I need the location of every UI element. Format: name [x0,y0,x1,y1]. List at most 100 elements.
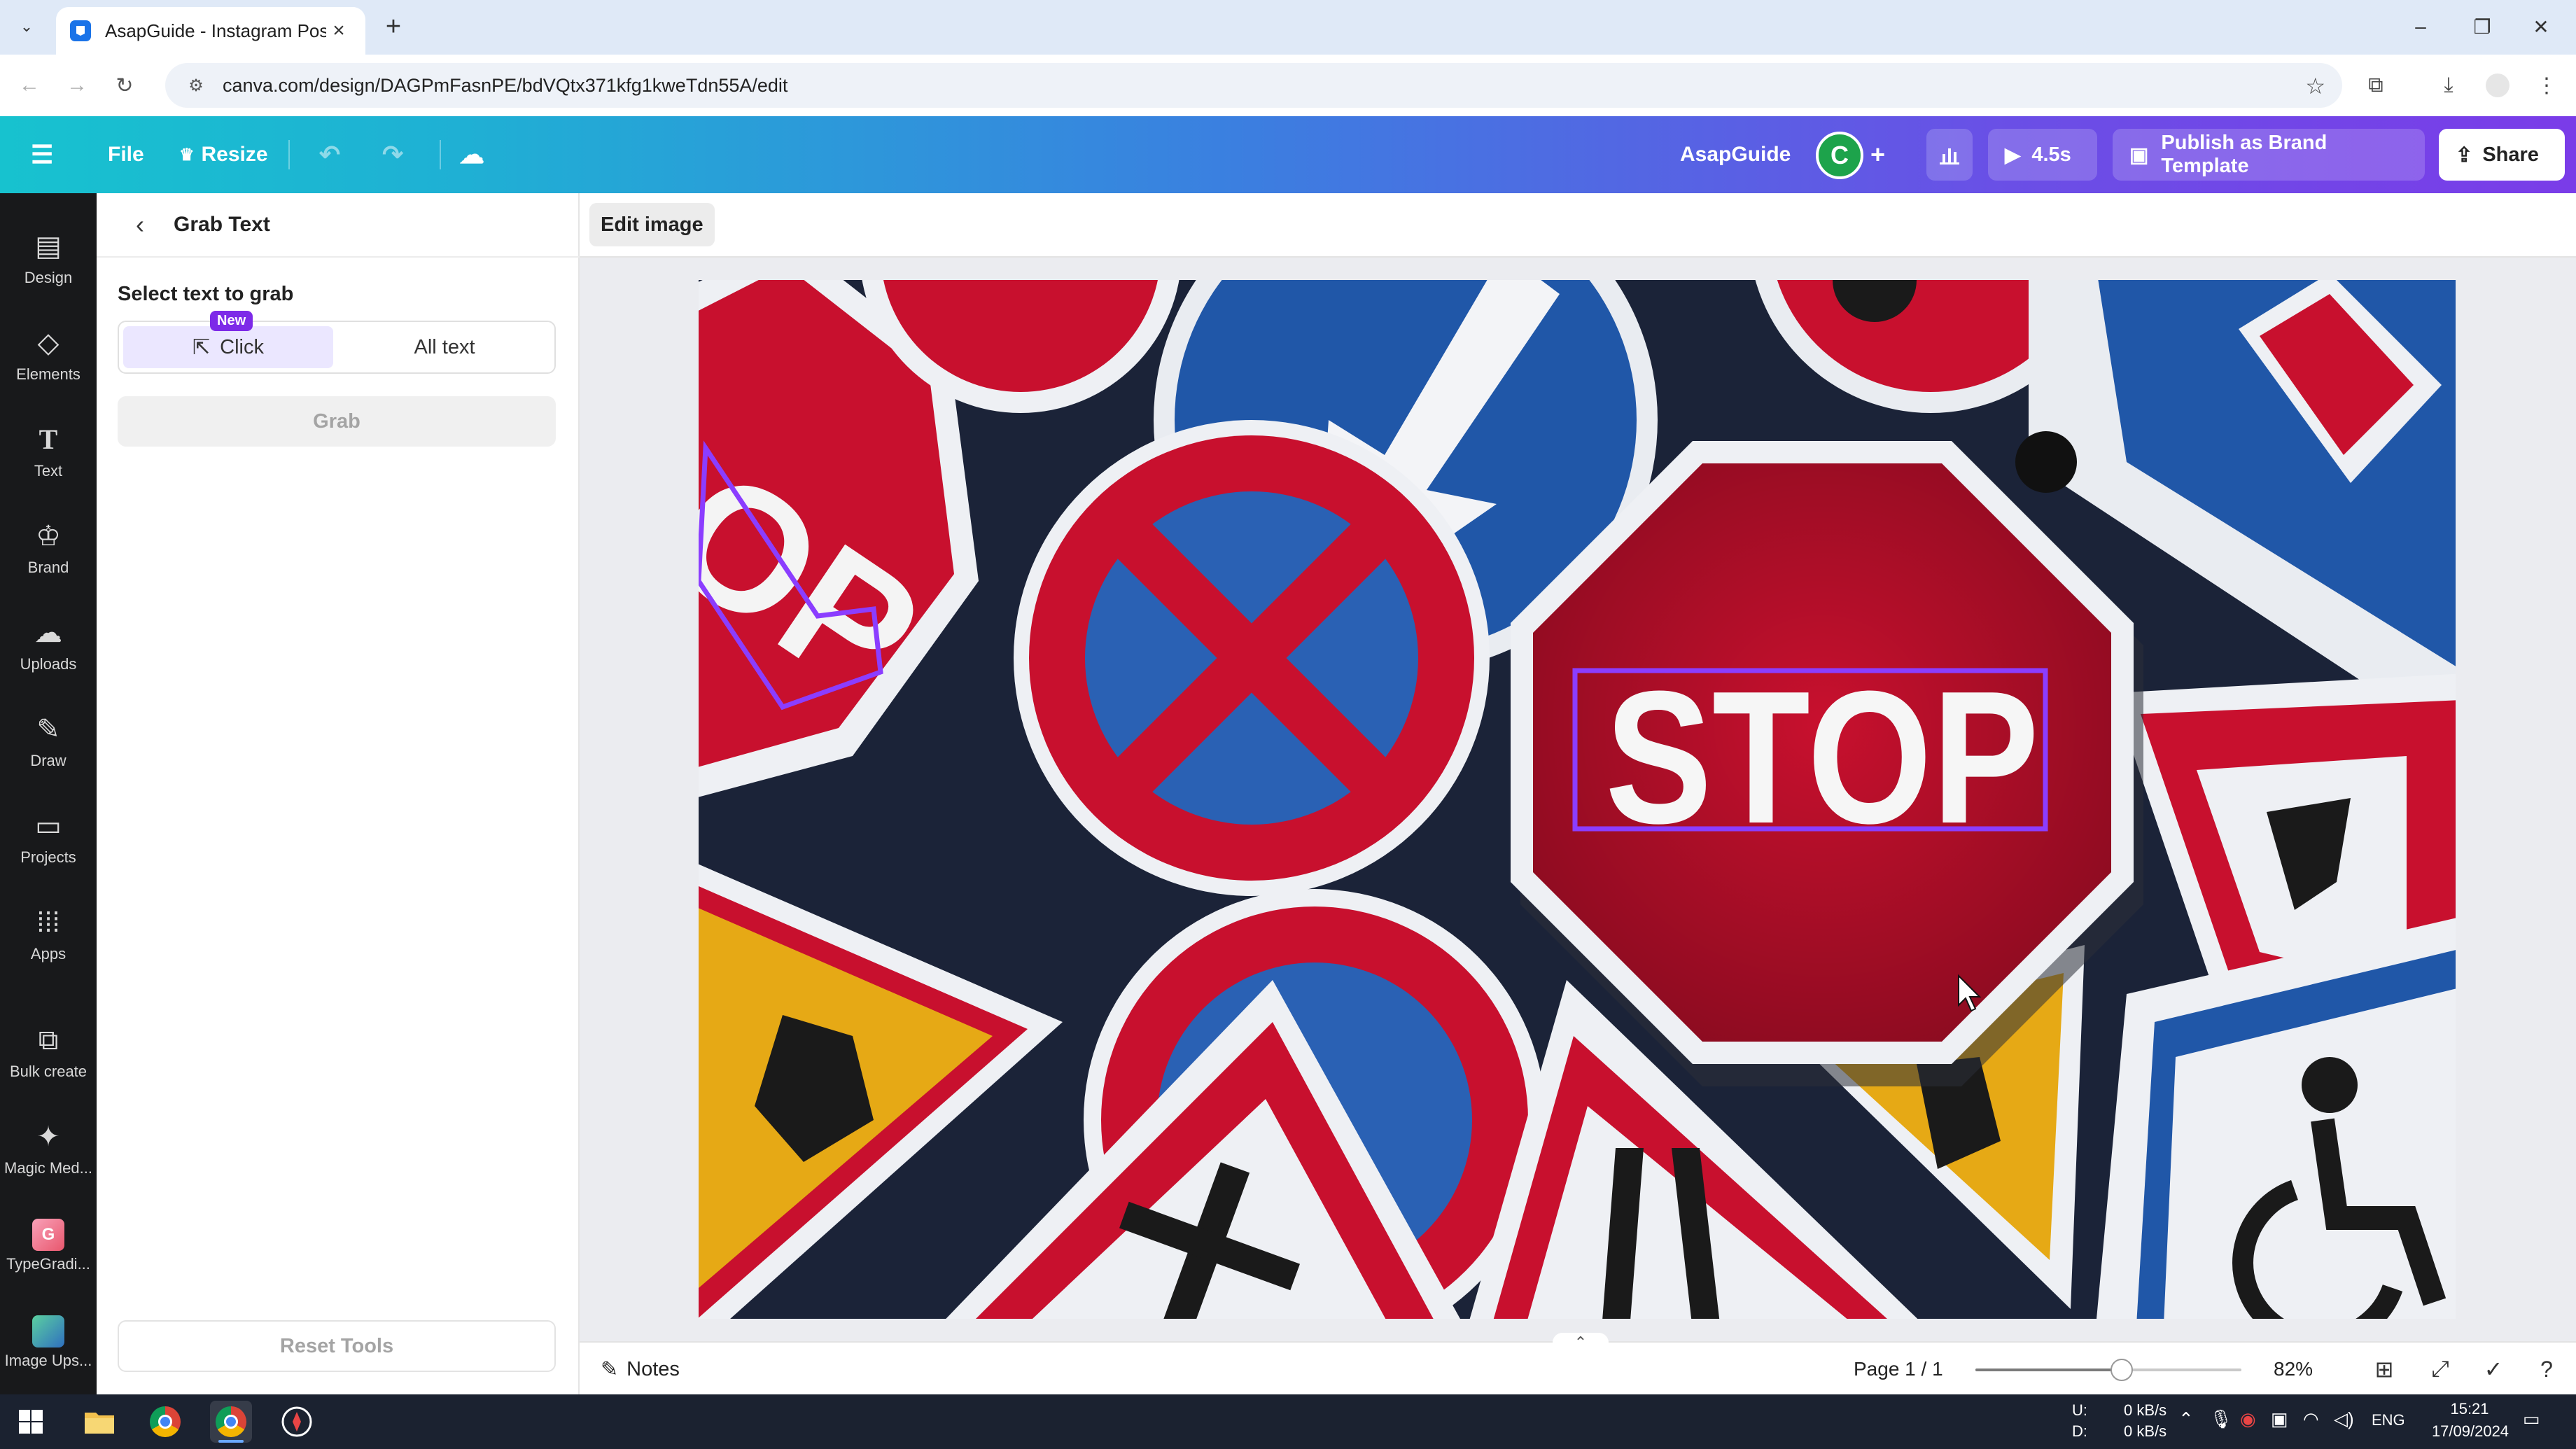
browser-menu-icon[interactable]: ⋮ [2530,69,2563,102]
rail-item-bulk-create[interactable]: ⧉ Bulk create [0,1011,97,1095]
window-close-icon[interactable]: ✕ [2520,10,2562,43]
template-icon: ▣ [2129,144,2149,167]
input-language[interactable]: ENG [2372,1411,2405,1429]
rail-item-elements[interactable]: ◇ Elements [0,314,97,398]
tray-app-icon[interactable]: ▣ [2271,1408,2288,1430]
main-menu-icon[interactable]: ☰ [31,116,53,193]
tab-close-icon[interactable]: × [326,19,351,43]
file-explorer-icon[interactable] [78,1401,120,1443]
rail-item-design[interactable]: ▤ Design [0,217,97,301]
microphone-icon[interactable]: 🎙 [2209,1408,2232,1430]
rail-item-typegradient[interactable]: G TypeGradi... [0,1204,97,1288]
reset-tools-button[interactable]: Reset Tools [118,1320,556,1372]
edit-image-button[interactable]: Edit image [589,203,715,246]
zoom-value[interactable]: 82% [2274,1352,2313,1386]
os-taskbar: U: D: 0 kB/s 0 kB/s ⌃ 🎙 ◉ ▣ ◠ ◁) ENG 15:… [0,1394,2576,1449]
recorder-app-icon[interactable] [276,1401,318,1443]
clock-time[interactable]: 15:21 [2435,1400,2505,1418]
tab-search-chevron-icon[interactable]: ⌄ [11,11,42,42]
side-rail: ▤ Design ◇ Elements T Text ♔ Brand ☁ Upl… [0,193,97,1394]
forward-arrow-icon[interactable]: → [62,70,92,101]
reload-icon[interactable]: ↻ [109,70,140,101]
url-text: canva.com/design/DAGPmFasnPE/bdVQtx371kf… [223,74,788,96]
grab-button[interactable]: Grab [118,396,556,447]
rail-item-apps[interactable]: ⁞⁞⁞ Apps [0,893,97,977]
design-canvas[interactable]: OP STOP [699,280,2456,1319]
road-signs-image: OP STOP [699,280,2456,1319]
image-upscaler-app-icon [32,1315,64,1348]
back-chevron-icon[interactable]: ‹ [125,209,155,240]
team-name[interactable]: AsapGuide [1680,116,1791,193]
select-text-label: Select text to grab [118,283,294,305]
bookmark-star-icon[interactable]: ☆ [2305,73,2325,99]
rail-item-text[interactable]: T Text [0,410,97,494]
expand-pages-chevron-icon[interactable]: ⌃ [1553,1333,1609,1352]
play-duration: 4.5s [2031,143,2071,166]
profile-avatar-icon[interactable] [2481,69,2514,102]
show-hidden-icons-chevron-icon[interactable]: ⌃ [2178,1408,2194,1430]
option-click[interactable]: New ⇱ Click [123,311,333,368]
canva-favicon-icon [70,20,91,41]
invite-plus-icon[interactable]: + [1870,116,1885,193]
resize-crown-icon: ♛ [179,145,195,164]
magic-media-icon: ✦ [36,1121,60,1152]
zoom-slider-thumb[interactable] [2110,1359,2133,1381]
minimize-icon[interactable]: – [2400,10,2442,43]
rail-item-image-upscaler[interactable]: Image Ups... [0,1301,97,1385]
resize-button[interactable]: ♛ Resize [179,116,268,193]
no-parking-sign [1014,420,1490,896]
restore-icon[interactable]: ❐ [2461,10,2503,43]
redo-icon[interactable]: ↷ [382,116,403,193]
rail-item-projects[interactable]: ▭ Projects [0,797,97,881]
toolbar-divider [440,140,441,169]
browser-address-bar: ← → ↻ ⚙ canva.com/design/DAGPmFasnPE/bdV… [0,55,2576,116]
new-badge: New [210,311,253,331]
fullscreen-icon[interactable]: ⤢ [2423,1352,2457,1386]
wifi-icon[interactable]: ◠ [2303,1408,2319,1430]
share-button[interactable]: ⇪ Share [2439,129,2565,181]
rail-item-draw[interactable]: ✎ Draw [0,700,97,784]
tab-title: AsapGuide - Instagram Post [105,20,326,41]
present-button[interactable]: ▶ 4.5s [1988,129,2097,181]
projects-icon: ▭ [35,811,62,841]
net-upload-speed: 0 kB/s [2124,1401,2167,1419]
share-upload-icon: ⇪ [2456,144,2473,167]
publish-brand-template-button[interactable]: ▣ Publish as Brand Template [2113,129,2425,181]
help-icon[interactable]: ? [2530,1352,2563,1386]
cursor-click-icon: ⇱ [192,335,211,359]
cloud-save-icon[interactable]: ☁ [459,116,484,193]
rail-item-brand[interactable]: ♔ Brand [0,507,97,591]
option-click-label: Click [220,335,264,358]
insights-chart-icon[interactable] [1926,129,1973,181]
new-tab-icon[interactable]: + [378,11,409,42]
page-indicator[interactable]: Page 1 / 1 [1854,1352,1943,1386]
notes-button[interactable]: ✎ Notes [601,1352,680,1386]
chrome-icon[interactable] [144,1401,186,1443]
downloads-icon[interactable]: ⤓ [2432,69,2465,102]
clock-date[interactable]: 17/09/2024 [2418,1422,2523,1441]
design-icon: ▤ [35,231,62,262]
back-arrow-icon[interactable]: ← [14,70,45,101]
share-label: Share [2482,143,2539,166]
rail-item-magic-media[interactable]: ✦ Magic Med... [0,1107,97,1191]
volume-icon[interactable]: ◁) [2334,1408,2354,1430]
site-info-icon[interactable]: ⚙ [183,73,209,98]
windows-start-icon[interactable] [10,1401,52,1443]
user-avatar[interactable]: C [1816,132,1863,179]
option-all-text[interactable]: All text [339,326,550,368]
chrome-active-icon[interactable] [210,1401,252,1443]
check-circle-icon[interactable]: ✓ [2477,1352,2510,1386]
grid-view-icon[interactable]: ⊞ [2367,1352,2401,1386]
record-indicator-icon[interactable]: ◉ [2240,1408,2256,1430]
browser-tab[interactable]: AsapGuide - Instagram Post × [56,7,365,55]
panel-title: Grab Text [174,213,270,236]
publish-label: Publish as Brand Template [2161,132,2328,177]
zoom-slider[interactable] [1975,1359,2241,1381]
url-field[interactable]: ⚙ canva.com/design/DAGPmFasnPE/bdVQtx371… [165,63,2342,108]
rail-item-uploads[interactable]: ☁ Uploads [0,603,97,687]
file-menu-button[interactable]: File [108,116,144,193]
notifications-icon[interactable]: ▭ [2523,1408,2540,1430]
extensions-puzzle-icon[interactable]: ⧉ [2359,69,2393,102]
undo-icon[interactable]: ↶ [319,116,340,193]
text-icon: T [38,424,58,455]
